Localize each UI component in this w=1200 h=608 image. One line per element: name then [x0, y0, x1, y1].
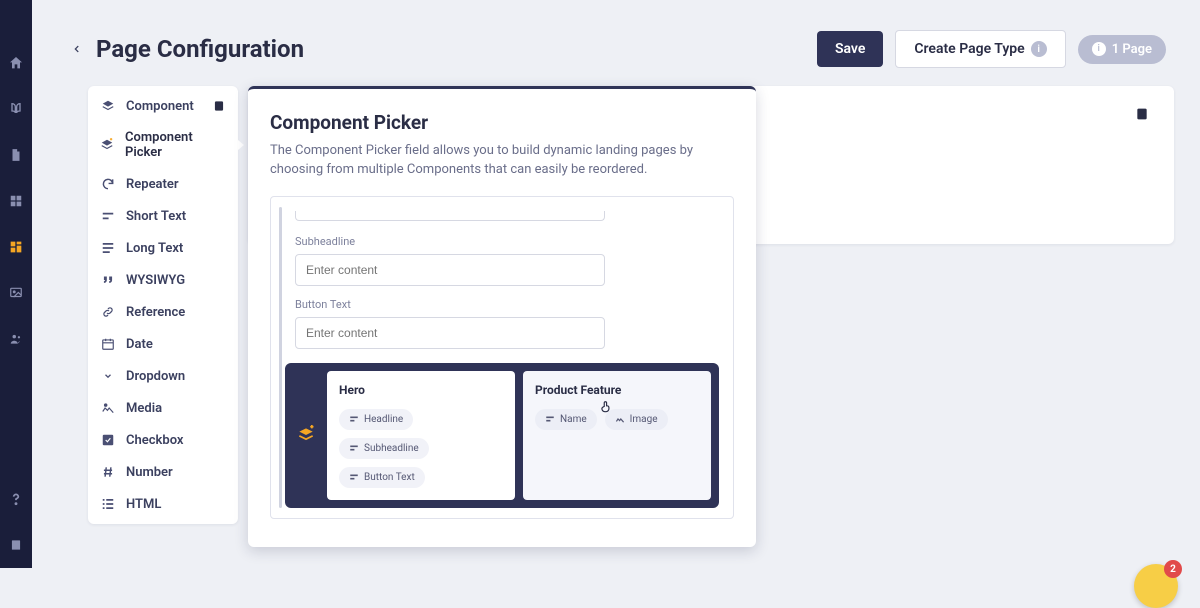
field-label: Number — [126, 465, 173, 480]
field-label: WYSIWYG — [126, 273, 185, 288]
button-text-input[interactable] — [295, 317, 605, 349]
list-icon — [100, 496, 116, 512]
field-number[interactable]: Number — [88, 456, 238, 488]
field-pill: Image — [605, 409, 668, 430]
field-media[interactable]: Media — [88, 392, 238, 424]
media-icon — [100, 400, 116, 416]
field-label: Subheadline — [295, 235, 709, 248]
field-wysiwyg[interactable]: WYSIWYG — [88, 264, 238, 296]
hash-icon — [100, 464, 116, 480]
field-repeater[interactable]: Repeater — [88, 168, 238, 200]
page: Page Configuration Save Create Page Type… — [32, 0, 1200, 568]
field-label: Date — [126, 337, 153, 352]
field-component[interactable]: Component — [88, 90, 238, 122]
field-label: Short Text — [126, 209, 186, 224]
field-dropdown[interactable]: Dropdown — [88, 360, 238, 392]
users-icon[interactable] — [7, 330, 25, 348]
layers-icon — [100, 98, 116, 114]
repeat-icon — [100, 176, 116, 192]
field-pill: Button Text — [339, 467, 425, 488]
editor-column: SEO seo Component Picker The Component P… — [248, 86, 1174, 568]
field-html[interactable]: HTML — [88, 488, 238, 520]
long-text-icon — [100, 240, 116, 256]
component-card-product-feature[interactable]: Product Feature Name Image — [523, 371, 711, 500]
quote-icon — [100, 272, 116, 288]
component-card-hero[interactable]: Hero Headline Subheadline Button Text — [327, 371, 515, 500]
field-label: Media — [126, 401, 162, 416]
create-page-type-button[interactable]: Create Page Type i — [895, 30, 1065, 68]
chat-bubble[interactable]: 2 — [1134, 564, 1178, 608]
short-text-icon — [100, 208, 116, 224]
blocks-icon[interactable] — [7, 238, 25, 256]
page-header: Page Configuration Save Create Page Type… — [32, 0, 1200, 84]
truncated-input[interactable] — [295, 211, 605, 221]
grid-icon[interactable] — [7, 192, 25, 210]
field-label: Repeater — [126, 177, 179, 192]
page-count-label: 1 Page — [1112, 42, 1152, 57]
book-icon[interactable] — [7, 536, 25, 554]
file-icon[interactable] — [7, 146, 25, 164]
book-small-icon — [212, 99, 226, 113]
field-date[interactable]: Date — [88, 328, 238, 360]
field-reference[interactable]: Reference — [88, 296, 238, 328]
link-icon — [100, 304, 116, 320]
field-label: Button Text — [295, 298, 709, 311]
back-button[interactable] — [66, 38, 88, 60]
component-fields: Name Image — [535, 409, 699, 430]
help-icon[interactable] — [7, 490, 25, 508]
home-icon[interactable] — [7, 54, 25, 72]
component-picker-panel: Component Picker The Component Picker fi… — [248, 86, 756, 547]
field-pill: Headline — [339, 409, 413, 430]
picker-description: The Component Picker field allows you to… — [270, 142, 710, 180]
field-short-text[interactable]: Short Text — [88, 200, 238, 232]
workarea: Component Component Picker Repeater Shor… — [88, 86, 1174, 568]
field-types-panel: Component Component Picker Repeater Shor… — [88, 86, 238, 524]
component-fields: Headline Subheadline Button Text — [339, 409, 503, 488]
field-checkbox[interactable]: Checkbox — [88, 424, 238, 456]
image-icon[interactable] — [7, 284, 25, 302]
blog-icon[interactable] — [7, 100, 25, 118]
field-component-picker[interactable]: Component Picker — [88, 122, 238, 168]
field-long-text[interactable]: Long Text — [88, 232, 238, 264]
subheadline-input[interactable] — [295, 254, 605, 286]
field-label: Long Text — [126, 241, 183, 256]
book-icon[interactable] — [1134, 106, 1150, 122]
component-name: Hero — [339, 383, 503, 397]
field-group-subheadline: Subheadline — [295, 235, 709, 286]
field-label: HTML — [126, 497, 161, 512]
left-nav-rail — [0, 0, 32, 568]
field-pill: Subheadline — [339, 438, 429, 459]
info-icon: i — [1031, 41, 1047, 57]
create-page-type-label: Create Page Type — [914, 41, 1024, 57]
field-pill: Name — [535, 409, 597, 430]
chevron-down-icon — [100, 368, 116, 384]
field-label: Reference — [126, 305, 185, 320]
calendar-icon — [100, 336, 116, 352]
field-label: Checkbox — [126, 433, 184, 448]
page-count-badge[interactable]: i 1 Page — [1078, 35, 1166, 64]
info-dot-icon: i — [1092, 42, 1106, 56]
add-component-icon[interactable] — [293, 371, 319, 500]
picker-title: Component Picker — [270, 111, 734, 134]
component-name: Product Feature — [535, 383, 699, 397]
page-title: Page Configuration — [96, 35, 817, 63]
picker-body: Subheadline Button Text Hero — [270, 196, 734, 519]
field-label: Dropdown — [126, 369, 185, 384]
field-label: Component — [126, 99, 194, 114]
save-button[interactable]: Save — [817, 31, 883, 67]
checkbox-icon — [100, 432, 116, 448]
field-group-button-text: Button Text — [295, 298, 709, 349]
header-actions: Save Create Page Type i i 1 Page — [817, 30, 1166, 68]
field-label: Component Picker — [125, 130, 226, 160]
component-chooser: Hero Headline Subheadline Button Text Pr… — [285, 363, 719, 508]
layers-plus-icon — [100, 137, 115, 153]
chat-badge: 2 — [1164, 560, 1182, 578]
